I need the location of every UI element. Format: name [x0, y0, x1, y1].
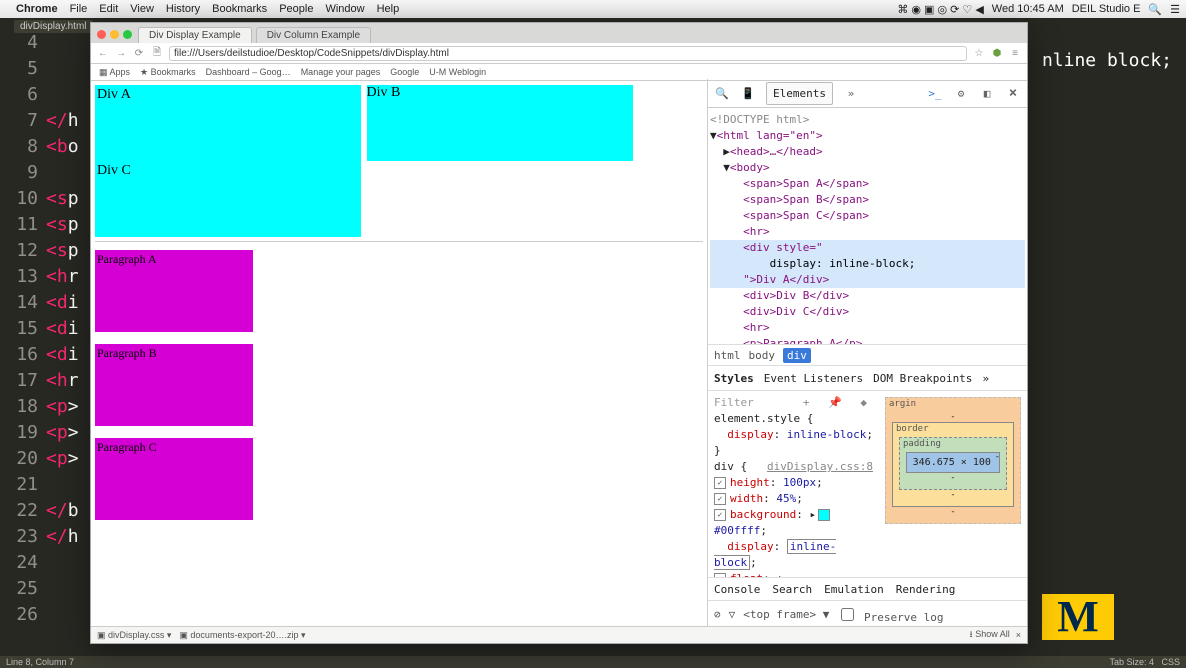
- console-icon[interactable]: >_: [927, 85, 943, 101]
- css-toggle[interactable]: [714, 509, 726, 521]
- menu-file[interactable]: File: [70, 3, 88, 15]
- css-toggle[interactable]: [714, 573, 726, 577]
- device-icon[interactable]: 📱: [740, 85, 756, 101]
- michigan-logo: M: [1042, 594, 1114, 640]
- browser-tab[interactable]: Div Column Example: [256, 27, 371, 43]
- bookmark-item[interactable]: ★ Bookmarks: [140, 67, 196, 78]
- styles-tabs: Styles Event Listeners DOM Breakpoints »: [708, 366, 1027, 391]
- bookmark-item[interactable]: Google: [390, 67, 419, 77]
- tab-dom-breakpoints[interactable]: DOM Breakpoints: [873, 372, 972, 385]
- menu-window[interactable]: Window: [325, 3, 364, 15]
- menubar-user: DEIL Studio E: [1072, 3, 1141, 15]
- menu-people[interactable]: People: [279, 3, 313, 15]
- div-a: Div A Div C: [95, 85, 361, 237]
- close-devtools-icon[interactable]: ×: [1005, 85, 1021, 101]
- menu-help[interactable]: Help: [377, 3, 400, 15]
- tab-styles[interactable]: Styles: [714, 372, 754, 385]
- rendered-page: Div A Div C Div B Paragraph A Paragraph …: [91, 79, 707, 627]
- devtools-toolbar: 🔍 📱 Elements » >_ ⚙ ◧ ×: [708, 79, 1027, 108]
- frame-select[interactable]: <top frame> ▼: [743, 608, 829, 621]
- tab-console[interactable]: Console: [714, 583, 760, 596]
- box-model-content: 346.675 × 100: [906, 452, 1000, 473]
- star-icon[interactable]: ☆: [973, 48, 985, 59]
- menubar-clock: Wed 10:45 AM: [992, 3, 1064, 15]
- console-bar: ⊘ ▽ <top frame> ▼ Preserve log: [708, 601, 1027, 627]
- url-input[interactable]: [169, 46, 967, 61]
- preserve-log-toggle[interactable]: Preserve log: [837, 605, 943, 624]
- menu-history[interactable]: History: [166, 3, 200, 15]
- hr: [95, 241, 703, 242]
- styles-panel[interactable]: Filter + 📌 ◆ element.style { display: in…: [708, 391, 879, 577]
- bookmark-item[interactable]: U-M Weblogin: [429, 67, 486, 77]
- div-b: Div B: [367, 85, 633, 161]
- editor-statusbar: Line 8, Column 7 Tab Size: 4 CSS: [0, 656, 1186, 668]
- show-all-downloads[interactable]: ⭳ Show All: [970, 627, 1010, 643]
- menu-icon[interactable]: ≡: [1009, 48, 1021, 59]
- menu-list-icon[interactable]: ☰: [1170, 3, 1180, 16]
- styles-filter[interactable]: Filter: [714, 396, 754, 409]
- chrome-window: Div Display Example Div Column Example ←…: [90, 22, 1028, 644]
- overflow-icon[interactable]: »: [982, 372, 989, 385]
- tab-rendering[interactable]: Rendering: [896, 583, 956, 596]
- close-download-bar-icon[interactable]: ×: [1016, 630, 1021, 640]
- apps-icon[interactable]: ▦ Apps: [99, 67, 130, 78]
- elements-tree[interactable]: <!DOCTYPE html> ▼<html lang="en"> ▶<head…: [708, 108, 1027, 344]
- download-item[interactable]: ▣ documents-export-20….zip ▾: [179, 630, 305, 641]
- tab-elements[interactable]: Elements: [766, 82, 833, 105]
- chrome-toolbar: ← → ⟳ 🗎 ☆ ⬢ ≡: [91, 43, 1027, 64]
- clear-console-icon[interactable]: ⊘: [714, 608, 721, 621]
- download-bar: ▣ divDisplay.css ▾ ▣ documents-export-20…: [91, 626, 1027, 643]
- paragraph-b: Paragraph B: [95, 344, 253, 426]
- menubar-icons[interactable]: ⌘ ◉ ▣ ◎ ⟳ ♡ ◀: [897, 3, 983, 16]
- chrome-tabstrip: Div Display Example Div Column Example: [91, 23, 1027, 43]
- css-source-link[interactable]: divDisplay.css:8: [767, 459, 873, 475]
- window-controls[interactable]: [97, 30, 132, 39]
- css-toggle[interactable]: [714, 493, 726, 505]
- zoom-icon[interactable]: [123, 30, 132, 39]
- tab-event-listeners[interactable]: Event Listeners: [764, 372, 863, 385]
- overflow-icon[interactable]: »: [843, 85, 859, 101]
- editor-right-hint: nline block;: [1042, 50, 1172, 71]
- filter-icon[interactable]: ▽: [729, 608, 736, 621]
- mac-menubar: Chrome File Edit View History Bookmarks …: [0, 0, 1186, 18]
- menu-view[interactable]: View: [130, 3, 154, 15]
- tab-emulation[interactable]: Emulation: [824, 583, 884, 596]
- tab-search[interactable]: Search: [772, 583, 812, 596]
- forward-icon[interactable]: →: [115, 48, 127, 59]
- app-name[interactable]: Chrome: [16, 3, 58, 15]
- devtools: 🔍 📱 Elements » >_ ⚙ ◧ × <!DOCTYPE html> …: [707, 79, 1027, 627]
- close-icon[interactable]: [97, 30, 106, 39]
- bookmark-item[interactable]: Dashboard – Goog…: [206, 67, 291, 77]
- back-icon[interactable]: ←: [97, 48, 109, 59]
- settings-icon[interactable]: ⚙: [953, 85, 969, 101]
- reload-icon[interactable]: ⟳: [133, 48, 145, 59]
- bookmark-item[interactable]: Manage your pages: [301, 67, 381, 77]
- div-c-label: Div C: [97, 163, 131, 179]
- menu-edit[interactable]: Edit: [99, 3, 118, 15]
- editor-gutter: 456 789 101112 131415 161718 192021 2223…: [0, 30, 46, 656]
- extension-icon[interactable]: ⬢: [991, 48, 1003, 59]
- download-item[interactable]: ▣ divDisplay.css ▾: [97, 630, 171, 641]
- styles-tool-icons[interactable]: + 📌 ◆: [803, 395, 873, 411]
- color-swatch-icon[interactable]: [818, 509, 830, 521]
- browser-tab-active[interactable]: Div Display Example: [138, 27, 252, 43]
- inspect-icon[interactable]: 🔍: [714, 85, 730, 101]
- spotlight-icon[interactable]: 🔍: [1148, 3, 1162, 16]
- minimize-icon[interactable]: [110, 30, 119, 39]
- drawer-tabs: Console Search Emulation Rendering: [708, 578, 1027, 601]
- file-icon: 🗎: [151, 45, 163, 62]
- dock-icon[interactable]: ◧: [979, 85, 995, 101]
- breadcrumb[interactable]: html body div: [708, 344, 1027, 366]
- css-toggle[interactable]: [714, 477, 726, 489]
- paragraph-a: Paragraph A: [95, 250, 253, 332]
- box-model: argin - border- padding- 346.675 × 100 -…: [879, 391, 1027, 577]
- menu-bookmarks[interactable]: Bookmarks: [212, 3, 267, 15]
- paragraph-c: Paragraph C: [95, 438, 253, 520]
